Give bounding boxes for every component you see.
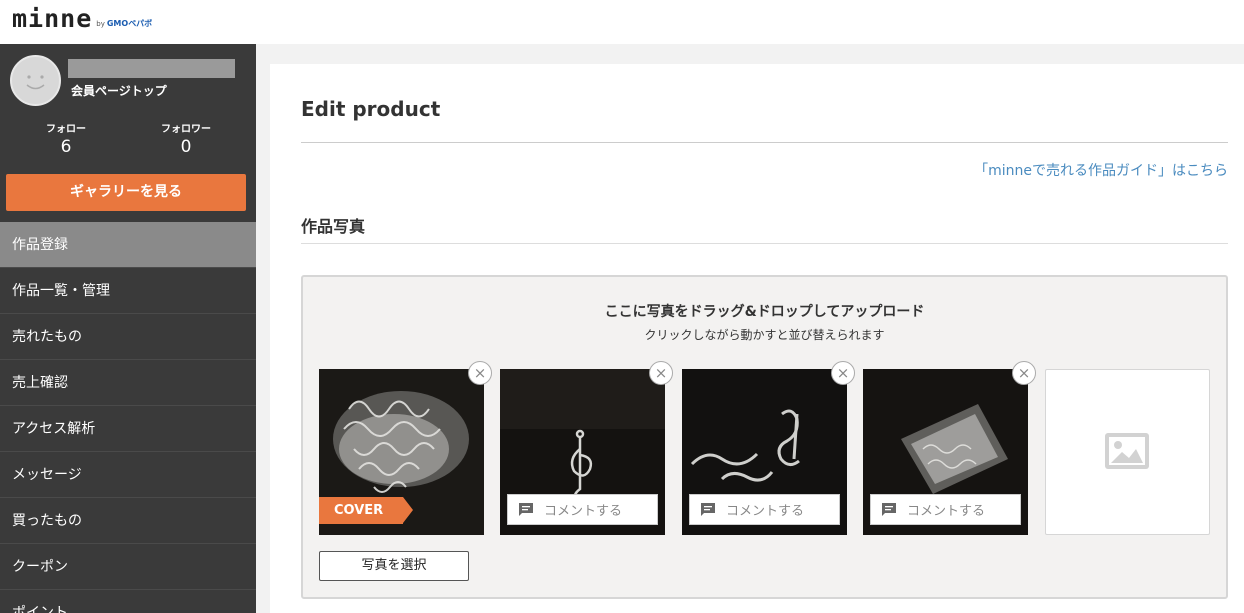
cover-badge: COVER [319, 497, 413, 524]
sidebar-item-purchases[interactable]: 買ったもの [0, 498, 256, 544]
selling-guide-link[interactable]: 「minneで売れる作品ガイド」はこちら [974, 160, 1228, 180]
photo-thumbnail[interactable]: コメントする × [863, 361, 1036, 535]
follower-label: フォロワー [161, 124, 211, 135]
comment-input[interactable]: コメントする [870, 494, 1021, 525]
remove-photo-button[interactable]: × [468, 361, 492, 385]
dropzone-title: ここに写真をドラッグ&ドロップしてアップロード [604, 304, 925, 320]
sidebar-item-points[interactable]: ポイント [0, 590, 256, 613]
sidebar-nav: 作品登録 作品一覧・管理 売れたもの 売上確認 アクセス解析 メッセージ 買った… [0, 222, 256, 613]
sidebar-item-sold[interactable]: 売れたもの [0, 314, 256, 360]
sidebar-item-analytics[interactable]: アクセス解析 [0, 406, 256, 452]
comment-placeholder: コメントする [907, 504, 986, 519]
sidebar-item-register-product[interactable]: 作品登録 [0, 222, 256, 268]
follow-count: 6 [60, 137, 72, 157]
photo-thumbnail[interactable]: コメントする × [500, 361, 673, 535]
dropzone-subtitle: クリックしながら動かすと並び替えられます [644, 328, 885, 342]
comment-placeholder: コメントする [544, 504, 623, 519]
comment-icon [882, 503, 896, 516]
logo-company: GMOペパボ [106, 19, 153, 28]
top-header: minne by GMOペパボ [0, 0, 1244, 44]
sidebar-item-coupons[interactable]: クーポン [0, 544, 256, 590]
comment-icon [701, 503, 715, 516]
comment-icon [519, 503, 533, 516]
select-photo-button[interactable]: 写真を選択 [319, 551, 469, 581]
comment-placeholder: コメントする [726, 504, 805, 519]
remove-photo-button[interactable]: × [649, 361, 673, 385]
photos-section-title: 作品写真 [301, 217, 366, 236]
view-gallery-button[interactable]: ギャラリーを見る [6, 174, 246, 211]
member-top-link[interactable]: 会員ページトップ [71, 82, 167, 99]
photo-thumbnail[interactable]: COVER × [319, 361, 492, 535]
follow-stat[interactable]: フォロー 6 [21, 120, 111, 157]
empty-photo-slot[interactable] [1045, 369, 1210, 535]
sidebar-item-messages[interactable]: メッセージ [0, 452, 256, 498]
remove-photo-button[interactable]: × [1012, 361, 1036, 385]
comment-input[interactable]: コメントする [689, 494, 840, 525]
logo-wordmark: minne [12, 4, 93, 33]
page-title: Edit product [301, 97, 441, 121]
follower-stat[interactable]: フォロワー 0 [141, 120, 231, 157]
divider [301, 142, 1228, 143]
main-panel: Edit product 「minneで売れる作品ガイド」はこちら 作品写真 こ… [270, 64, 1244, 613]
username-redacted [68, 59, 235, 78]
follow-label: フォロー [46, 124, 86, 135]
follower-count: 0 [180, 137, 192, 157]
smiley-face-icon [26, 75, 45, 90]
sidebar-item-sales[interactable]: 売上確認 [0, 360, 256, 406]
logo-by: by [96, 20, 105, 28]
minne-logo[interactable]: minne by GMOペパボ [12, 6, 152, 31]
sidebar: 会員ページトップ フォロー 6 フォロワー 0 ギャラリーを見る 作品登録 作品… [0, 44, 256, 613]
divider [301, 243, 1228, 244]
comment-input[interactable]: コメントする [507, 494, 658, 525]
sidebar-item-product-list[interactable]: 作品一覧・管理 [0, 268, 256, 314]
avatar[interactable] [10, 55, 61, 106]
image-placeholder-icon [1105, 433, 1149, 469]
photo-dropzone[interactable]: ここに写真をドラッグ&ドロップしてアップロード クリックしながら動かすと並び替え… [301, 275, 1228, 599]
remove-photo-button[interactable]: × [831, 361, 855, 385]
photo-thumbnail[interactable]: コメントする × [682, 361, 855, 535]
